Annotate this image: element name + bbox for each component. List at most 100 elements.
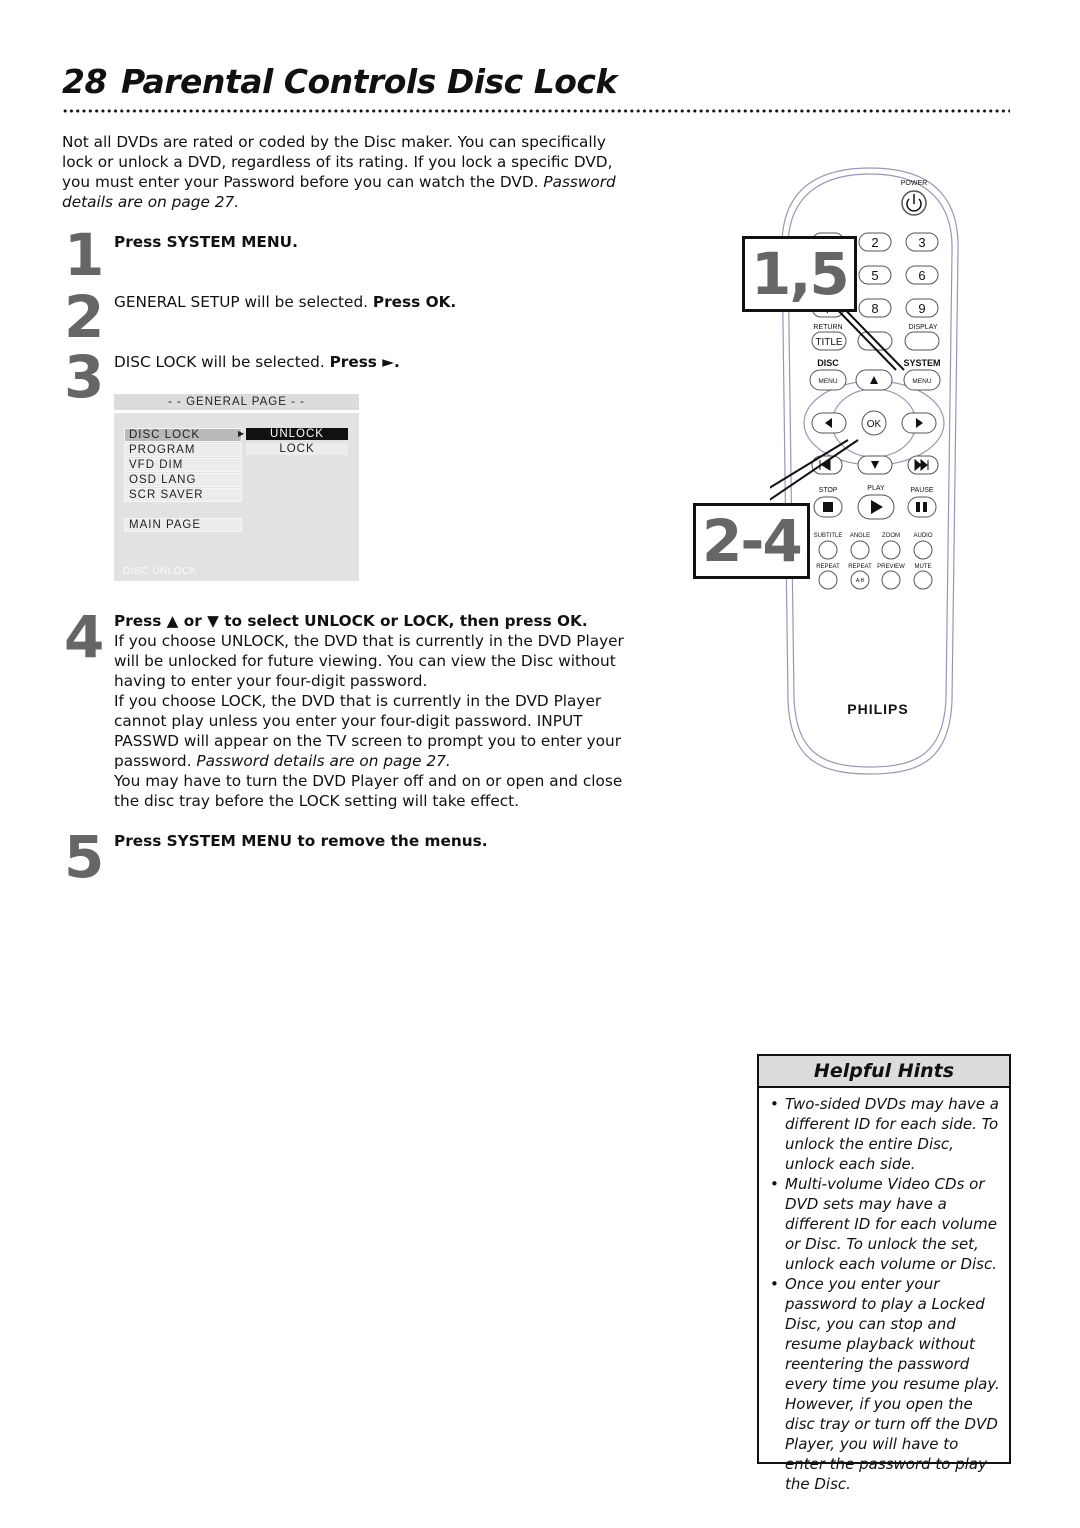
intro-paragraph: Not all DVDs are rated or coded by the D… (62, 132, 622, 212)
digit-button-9[interactable]: 9 (905, 298, 939, 318)
digit-label: 9 (918, 301, 925, 316)
system-label: SYSTEM (903, 358, 940, 368)
disc-label: DISC (817, 358, 839, 368)
digit-button-2[interactable]: 2 (858, 232, 892, 252)
intro-text: Not all DVDs are rated or coded by the D… (62, 133, 613, 191)
repeat-button[interactable] (818, 570, 838, 590)
step-3-number: 3 (64, 343, 105, 411)
angle-button[interactable] (850, 540, 870, 560)
ok-button[interactable]: OK (861, 410, 887, 436)
digit-label: 8 (871, 301, 878, 316)
audio-label: AUDIO (913, 533, 932, 539)
up-button[interactable] (855, 369, 893, 391)
step-4-instruction: Press ▲ or ▼ to select UNLOCK or LOCK, t… (114, 612, 588, 630)
osd-item-main-page[interactable]: MAIN PAGE (124, 518, 242, 532)
osd-item-disc-lock[interactable]: DISC LOCK (124, 428, 242, 442)
osd-item-program[interactable]: PROGRAM (124, 443, 242, 457)
osd-header: - - GENERAL PAGE - - (114, 394, 359, 413)
hint-item: Multi-volume Video CDs or DVD sets may h… (770, 1174, 1001, 1274)
step-4-unlock-paragraph: If you choose UNLOCK, the DVD that is cu… (114, 632, 624, 690)
left-button[interactable] (811, 412, 847, 434)
disc-menu-label: MENU (818, 378, 837, 385)
display-label: DISPLAY (908, 324, 937, 331)
step-2-text: GENERAL SETUP will be selected. Press OK… (114, 292, 634, 312)
mute-button[interactable] (913, 570, 933, 590)
title-button-label: TITLE (815, 337, 843, 348)
step-5-text: Press SYSTEM MENU to remove the menus. (114, 831, 634, 851)
philips-logo: PHILIPS (847, 701, 908, 717)
ab-label: A-B (856, 578, 865, 584)
pause-button[interactable] (907, 496, 937, 518)
step-2-description: GENERAL SETUP will be selected. (114, 293, 369, 311)
next-button[interactable] (907, 455, 939, 475)
osd-general-page: - - GENERAL PAGE - - DISC LOCK PROGRAM V… (114, 394, 359, 581)
disc-menu-button[interactable]: MENU (809, 369, 847, 391)
title-button[interactable]: TITLE (811, 331, 847, 351)
step-3-description: DISC LOCK will be selected. (114, 353, 325, 371)
zoom-label: ZOOM (882, 533, 900, 539)
page-title: 28 Parental Controls Disc Lock (62, 62, 617, 101)
osd-item-vfd-dim[interactable]: VFD DIM (124, 458, 242, 472)
dotted-divider (62, 108, 1010, 114)
step-4-text: Press ▲ or ▼ to select UNLOCK or LOCK, t… (114, 611, 629, 811)
play-button[interactable] (857, 494, 895, 520)
digit-button-6[interactable]: 6 (905, 265, 939, 285)
zoom-button[interactable] (881, 540, 901, 560)
osd-item-scr-saver[interactable]: SCR SAVER (124, 488, 242, 502)
play-label: PLAY (867, 485, 885, 492)
digit-button-8[interactable]: 8 (858, 298, 892, 318)
stop-button[interactable] (813, 496, 843, 518)
osd-option-lock[interactable]: LOCK (246, 443, 348, 455)
return-label: RETURN (813, 324, 842, 331)
digit-label: 5 (871, 268, 878, 283)
angle-label: ANGLE (850, 533, 870, 539)
hint-item: Once you enter your password to play a L… (770, 1274, 1001, 1494)
preview-label: PREVIEW (877, 564, 905, 570)
subtitle-button[interactable] (818, 540, 838, 560)
step-4-number: 4 (64, 603, 105, 671)
digit-button-3[interactable]: 3 (905, 232, 939, 252)
osd-right-arrow-icon: ▶ (238, 429, 245, 438)
helpful-hints-title: Helpful Hints (759, 1056, 1009, 1088)
right-button[interactable] (901, 412, 937, 434)
hints-list: Two-sided DVDs may have a different ID f… (759, 1094, 1009, 1494)
system-menu-label: MENU (912, 378, 931, 385)
audio-button[interactable] (913, 540, 933, 560)
digit-label: 2 (871, 235, 878, 250)
step-3-text: DISC LOCK will be selected. Press ►. (114, 352, 634, 372)
power-button[interactable] (901, 190, 927, 216)
stop-label: STOP (819, 487, 838, 494)
osd-status-text: DISC UNLOCK (123, 566, 197, 577)
power-label: POWER (901, 180, 927, 187)
repeat-ab-label: REPEAT (848, 564, 872, 570)
step-3-instruction: Press ►. (329, 353, 400, 371)
step-2-instruction: Press OK. (372, 293, 457, 311)
display-button[interactable] (904, 331, 940, 351)
step-4-tray-paragraph: You may have to turn the DVD Player off … (114, 772, 623, 810)
stop-icon (823, 502, 833, 512)
page-number: 28 (62, 62, 107, 101)
step-5-number: 5 (64, 823, 105, 891)
mute-label: MUTE (915, 564, 932, 570)
callout-step-1-5: 1,5 (742, 236, 857, 312)
page-title-text: Parental Controls Disc Lock (120, 62, 618, 101)
hint-item: Two-sided DVDs may have a different ID f… (770, 1094, 1001, 1174)
callout-step-2-4: 2-4 (693, 503, 810, 579)
step-5-instruction: Press SYSTEM MENU to remove the menus. (114, 832, 488, 850)
digit-label: 3 (918, 235, 925, 250)
osd-option-unlock[interactable]: UNLOCK (246, 428, 348, 440)
step-2-number: 2 (64, 283, 105, 351)
pause-label: PAUSE (910, 487, 934, 494)
preview-button[interactable] (881, 570, 901, 590)
digit-label: 6 (918, 268, 925, 283)
down-button[interactable] (857, 455, 893, 475)
subtitle-label: SUBTITLE (814, 533, 843, 539)
system-menu-button[interactable]: MENU (903, 369, 941, 391)
helpful-hints-box: Helpful Hints Two-sided DVDs may have a … (757, 1054, 1011, 1493)
digit-button-5[interactable]: 5 (858, 265, 892, 285)
step-4-password-note: Password details are on page 27. (196, 752, 451, 770)
step-1-instruction: Press SYSTEM MENU. (114, 233, 298, 251)
pause-icon (916, 502, 920, 512)
osd-item-osd-lang[interactable]: OSD LANG (124, 473, 242, 487)
step-1-text: Press SYSTEM MENU. (114, 232, 634, 252)
